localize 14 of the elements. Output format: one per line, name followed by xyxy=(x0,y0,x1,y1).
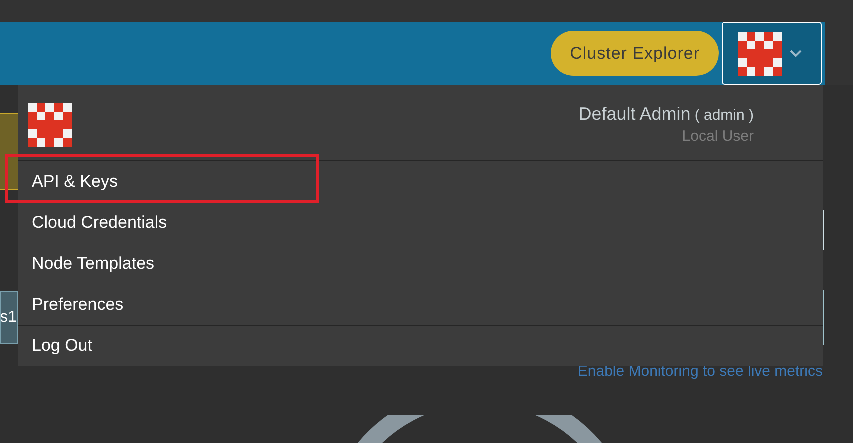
menu-item[interactable]: Log Out xyxy=(32,333,92,359)
menu-item[interactable]: Node Templates xyxy=(32,250,155,276)
side-strip xyxy=(825,22,853,85)
user-avatar-button[interactable] xyxy=(722,22,822,85)
menu-item[interactable]: API & Keys xyxy=(32,168,118,194)
user-name: Default Admin xyxy=(578,103,691,125)
avatar-icon xyxy=(738,32,782,76)
username: ( admin ) xyxy=(694,106,754,126)
menu-item[interactable]: Preferences xyxy=(32,292,124,318)
menu-item[interactable]: Cloud Credentials xyxy=(32,210,168,236)
chevron-down-icon xyxy=(790,50,802,58)
cluster-explorer-button[interactable]: Cluster Explorer xyxy=(551,31,719,76)
avatar-icon xyxy=(28,103,72,147)
user-role: Local User xyxy=(682,128,754,146)
